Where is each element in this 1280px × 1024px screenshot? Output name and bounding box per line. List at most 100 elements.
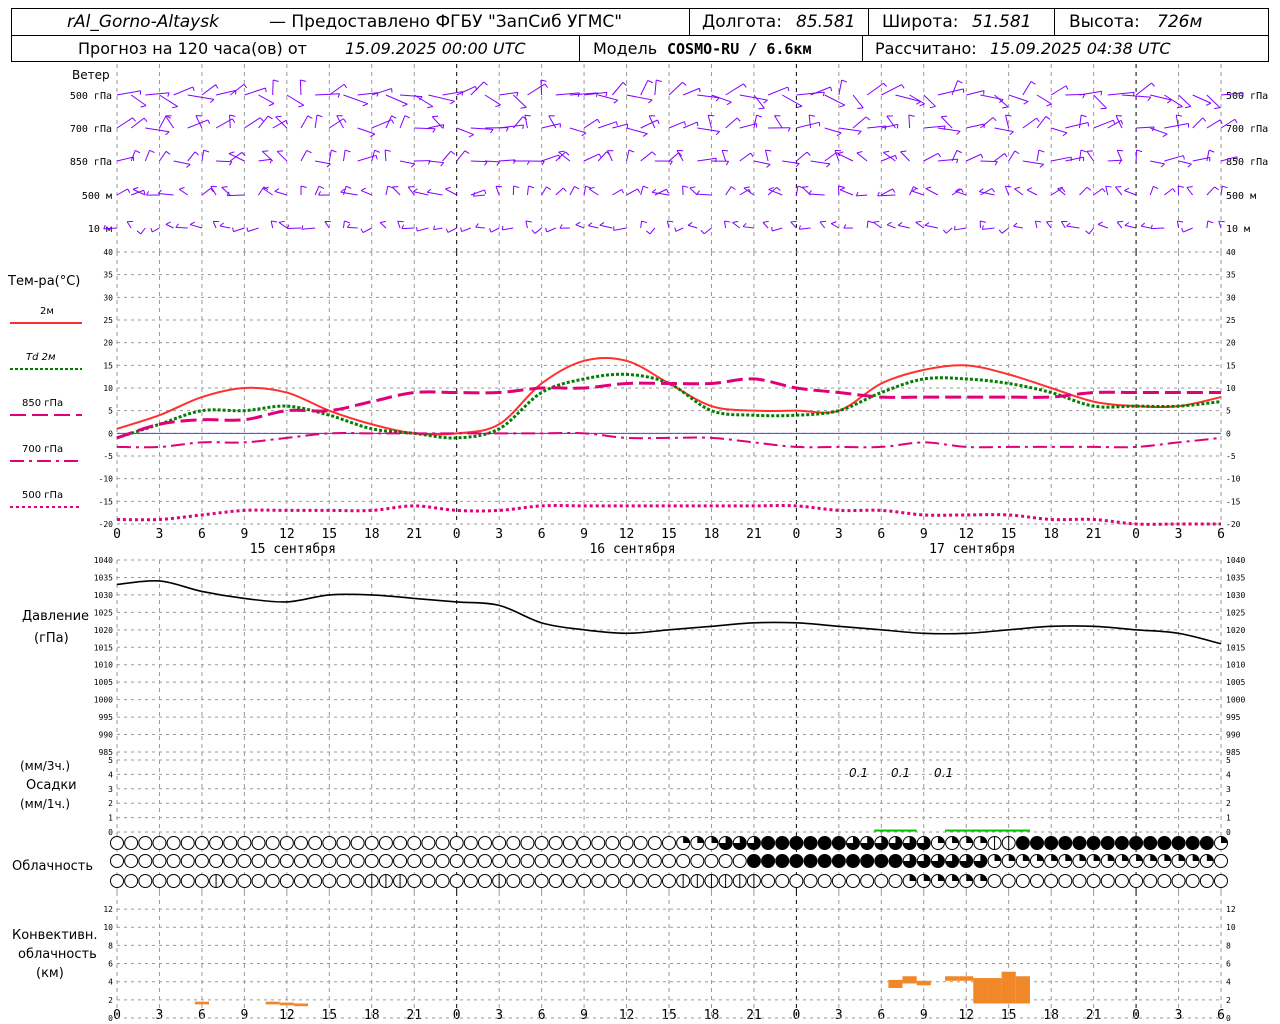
wind-barb [442, 150, 452, 162]
cloud-cover-icon [435, 836, 450, 850]
wind-barb [867, 220, 874, 224]
wind-barb [499, 91, 519, 96]
cloud-cover-icon [1214, 854, 1228, 868]
wind-barb [721, 150, 727, 162]
hour-tick-label: 15 [1001, 1008, 1017, 1023]
cloud-cover-icon [223, 836, 238, 850]
wind-barb [187, 151, 196, 162]
wind-barb [796, 105, 803, 109]
wind-barb [1206, 186, 1215, 196]
wind-barb [708, 114, 715, 117]
wind-barb [1066, 225, 1080, 229]
wind-barb [165, 221, 171, 225]
wind-barb [715, 131, 720, 136]
wind-level-label: 10 м [88, 224, 112, 235]
precip-y-tick: 1 [1226, 814, 1231, 823]
pressure-y-tick: 995 [1226, 713, 1241, 722]
wind-barb [413, 191, 429, 196]
cloud-cover-icon [294, 854, 308, 868]
wind-barb [1218, 220, 1225, 223]
cloud-cover-icon [110, 854, 124, 868]
wind-barb [742, 226, 754, 229]
precip-bar [945, 829, 988, 832]
wind-barb [267, 115, 273, 120]
cloud-cover-icon [562, 854, 577, 868]
wind-barb [343, 94, 368, 105]
cloud-cover-icon [378, 854, 393, 868]
cloud-cover-icon [1037, 854, 1044, 861]
wind-barb [171, 106, 178, 109]
wind-barb [427, 191, 443, 196]
wind-barb [541, 123, 561, 129]
wind-barb [1234, 119, 1238, 124]
pressure-y-tick: 1005 [1226, 678, 1245, 687]
cloud-cover-icon [308, 854, 323, 868]
wind-barb [1115, 115, 1123, 129]
wind-barb [736, 117, 741, 122]
cloud-cover-icon [1214, 874, 1228, 888]
cloud-cover-icon [711, 836, 718, 843]
wind-barb [258, 158, 272, 162]
wind-barb [937, 88, 964, 96]
cloud-cover-icon [194, 874, 209, 888]
wind-barb [407, 186, 415, 196]
wind-barb [682, 185, 684, 196]
cloud-cover-icon [378, 836, 393, 850]
wind-barb [1178, 160, 1192, 165]
wind-barb [838, 127, 862, 132]
cloud-cover-icon [1164, 854, 1171, 861]
wind-barb [839, 104, 846, 108]
wind-barb [342, 149, 346, 162]
cloud-cover-icon [697, 836, 704, 843]
conv-bar [888, 979, 903, 989]
cloud-cover-icon [237, 836, 252, 850]
wind-barb [186, 164, 191, 168]
cloud-cover-icon [818, 854, 832, 868]
wind-barb [126, 221, 132, 229]
hour-tick-label: 15 [321, 527, 337, 542]
cloud-cover-icon [832, 836, 846, 850]
wind-barb [1036, 94, 1052, 105]
wind-barb [771, 227, 783, 232]
wind-barb [426, 188, 432, 193]
wind-barb [140, 104, 147, 108]
wind-barb [146, 191, 150, 196]
wind-barb [806, 151, 811, 156]
wind-barb [1177, 220, 1184, 223]
wind-barb [1035, 220, 1042, 223]
wind-barb [883, 82, 887, 88]
wind-barb [473, 194, 486, 197]
cloud-cover-icon [1143, 836, 1157, 850]
wind-barb [929, 105, 936, 109]
wind-barb [413, 94, 434, 107]
wind-barb [883, 150, 890, 153]
pressure-y-tick: 1040 [1226, 556, 1245, 565]
wind-barb [1093, 188, 1103, 196]
cloud-cover-icon [1121, 854, 1129, 861]
wind-barb [1009, 131, 1014, 136]
pressure-y-tick: 1005 [94, 678, 113, 687]
wind-barb [945, 227, 953, 234]
hour-tick-label: 18 [364, 527, 380, 542]
wind-barb [397, 220, 404, 223]
wind-barb [149, 149, 155, 153]
wind-barb [1060, 221, 1066, 229]
conv-bar [1001, 971, 1016, 1004]
wind-barb [819, 220, 826, 223]
wind-barb [527, 83, 546, 96]
temp-y-tick: 15 [103, 361, 113, 370]
wind-barb [824, 94, 846, 106]
wind-barb [360, 187, 366, 191]
wind-barb [597, 151, 607, 162]
wind-barb [696, 121, 699, 127]
wind-barb [640, 220, 642, 229]
wind-barb [1061, 187, 1066, 193]
wind-barb [165, 131, 170, 136]
cloud-cover-icon [860, 854, 874, 868]
temp-y-tick: -5 [103, 452, 113, 461]
wind-barb [524, 115, 528, 129]
wind-barb [271, 220, 278, 223]
hour-tick-label: 3 [1175, 527, 1183, 542]
wind-barb [276, 151, 288, 162]
wind-barb [1013, 222, 1018, 227]
